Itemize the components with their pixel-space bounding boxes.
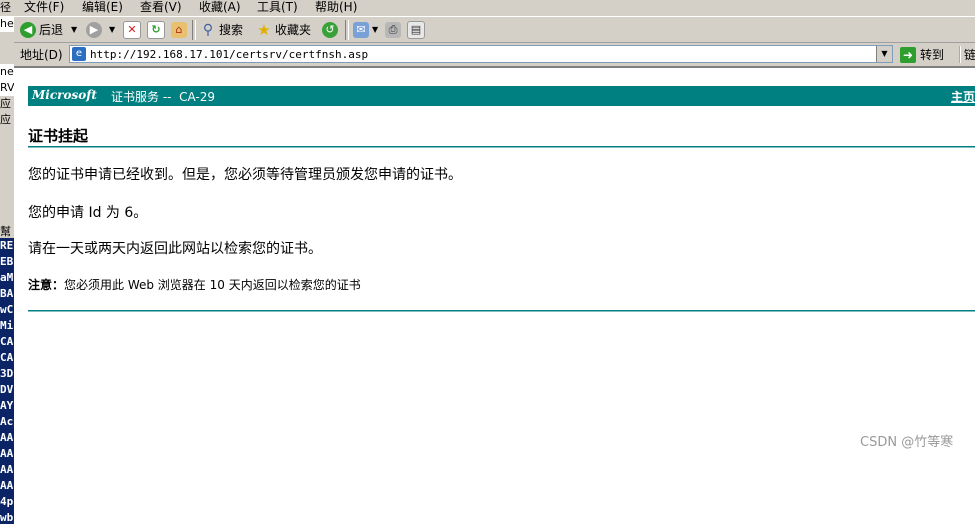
- console-line: CA: [0, 335, 14, 348]
- bg-char: he: [0, 16, 14, 32]
- background-console: RE EB aM BA wC Mi CA CA 3D DV AY Ac AA A…: [0, 238, 14, 524]
- search-icon: ⚲: [202, 22, 214, 38]
- search-button[interactable]: ⚲ 搜索: [200, 19, 243, 41]
- favorites-button[interactable]: ★ 收藏夹: [256, 19, 311, 41]
- menu-edit[interactable]: 编辑(E): [82, 0, 123, 16]
- console-line: AA: [0, 463, 14, 476]
- address-label: 地址(D): [20, 48, 63, 62]
- divider: [28, 146, 975, 148]
- console-line: aM: [0, 271, 14, 284]
- note: 注意：您必须用此 Web 浏览器在 10 天内返回以检索您的证书: [28, 276, 361, 293]
- search-label: 搜索: [219, 23, 244, 37]
- edit-button[interactable]: ▤: [407, 19, 428, 41]
- home-button[interactable]: ⌂: [171, 19, 190, 41]
- toolbar: ◀ 后退 ▼ ▶ ▼ ✕ ↻ ⌂ ⚲ 搜索 ★ 收藏夹 ↺ ✉ ▼ ⎙ ▤: [14, 17, 975, 43]
- bg-char: ne: [0, 64, 14, 80]
- go-button[interactable]: ➜ 转到: [900, 45, 944, 64]
- console-line: 3D: [0, 367, 14, 380]
- menu-tools[interactable]: 工具(T): [257, 0, 298, 16]
- toolbar-separator: [192, 20, 196, 40]
- console-line: AA: [0, 479, 14, 492]
- forward-arrow-icon: ▶: [86, 22, 102, 38]
- chevron-down-icon: ▼: [109, 25, 116, 34]
- bg-char: 应: [0, 97, 11, 110]
- background-window-text: 径 he ne RV 应 应 幫: [0, 0, 14, 240]
- media-icon: ↺: [322, 22, 338, 38]
- console-line: RE: [0, 239, 14, 252]
- return-instruction-text: 请在一天或两天内返回此网站以检索您的证书。: [28, 241, 322, 257]
- console-line: wb: [0, 511, 14, 524]
- home-icon: ⌂: [171, 22, 187, 38]
- bg-char: RV: [0, 80, 14, 96]
- go-arrow-icon: ➜: [900, 46, 916, 63]
- address-url[interactable]: http://192.168.17.101/certsrv/certfnsh.a…: [90, 47, 368, 62]
- background-window-strip: 径 he ne RV 应 应 幫 RE EB aM BA wC Mi CA CA…: [0, 0, 14, 524]
- console-line: EB: [0, 255, 14, 268]
- chevron-down-icon: ▼: [71, 25, 78, 34]
- console-line: Ac: [0, 415, 14, 428]
- bg-char: [0, 160, 14, 176]
- console-line: 4p: [0, 495, 14, 508]
- address-dropdown-button[interactable]: ▼: [876, 46, 892, 62]
- stop-button[interactable]: ✕: [123, 19, 144, 41]
- back-button[interactable]: ◀ 后退 ▼: [20, 19, 77, 41]
- address-bar: 地址(D) e http://192.168.17.101/certsrv/ce…: [14, 43, 975, 67]
- menu-bar: 文件(F) 编辑(E) 查看(V) 收藏(A) 工具(T) 帮助(H): [14, 0, 975, 16]
- banner-title: 证书服务 -- CA-29: [111, 90, 216, 104]
- back-label: 后退: [39, 23, 64, 37]
- brand-logo: Microsoft: [32, 88, 97, 102]
- console-line: AY: [0, 399, 14, 412]
- bg-char: [0, 208, 14, 224]
- bg-char: 径: [0, 1, 11, 14]
- mail-button[interactable]: ✉ ▼: [353, 19, 378, 41]
- menu-view[interactable]: 查看(V): [140, 0, 182, 16]
- menu-file[interactable]: 文件(F): [24, 0, 64, 16]
- request-received-text: 您的证书申请已经收到。但是，您必须等待管理员颁发您申请的证书。: [28, 167, 462, 183]
- links-label[interactable]: 链: [959, 46, 975, 63]
- page-title: 证书挂起: [28, 127, 89, 145]
- note-text: 您必须用此 Web 浏览器在 10 天内返回以检索您的证书: [64, 278, 361, 292]
- header-banner: Microsoft 证书服务 -- CA-29 主页: [28, 86, 975, 106]
- menu-favorites[interactable]: 收藏(A): [199, 0, 241, 16]
- print-icon: ⎙: [385, 22, 401, 38]
- print-button[interactable]: ⎙: [385, 19, 404, 41]
- star-icon: ★: [257, 21, 271, 39]
- refresh-icon: ↻: [147, 21, 165, 39]
- favorites-label: 收藏夹: [275, 23, 312, 37]
- toolbar-separator: [345, 20, 349, 40]
- mail-icon: ✉: [353, 22, 369, 38]
- address-input[interactable]: e http://192.168.17.101/certsrv/certfnsh…: [69, 45, 893, 63]
- bg-char: [0, 32, 14, 48]
- console-line: AA: [0, 431, 14, 444]
- bg-char: [0, 128, 14, 144]
- edit-page-icon: ▤: [407, 21, 425, 39]
- home-link[interactable]: 主页: [951, 88, 975, 105]
- request-id-text: 您的申请 Id 为 6。: [28, 205, 148, 221]
- note-label: 注意：: [28, 278, 65, 292]
- go-label: 转到: [920, 48, 945, 62]
- console-line: wC: [0, 303, 14, 316]
- back-arrow-icon: ◀: [20, 22, 36, 38]
- bg-char: [0, 192, 14, 208]
- chevron-down-icon: ▼: [372, 25, 379, 34]
- page-icon: e: [72, 47, 86, 61]
- bg-char: [0, 48, 14, 64]
- console-line: AA: [0, 447, 14, 460]
- media-button[interactable]: ↺: [322, 19, 341, 41]
- forward-button[interactable]: ▶ ▼: [86, 19, 115, 41]
- refresh-button[interactable]: ↻: [147, 19, 168, 41]
- browser-window: 文件(F) 编辑(E) 查看(V) 收藏(A) 工具(T) 帮助(H) ◀ 后退…: [14, 0, 975, 525]
- console-line: CA: [0, 351, 14, 364]
- page-content: Microsoft 证书服务 -- CA-29 主页 证书挂起 您的证书申请已经…: [14, 67, 975, 525]
- console-line: DV: [0, 383, 14, 396]
- bg-char: 应: [0, 113, 11, 126]
- stop-icon: ✕: [123, 21, 141, 39]
- divider: [28, 310, 975, 312]
- menu-help[interactable]: 帮助(H): [315, 0, 357, 16]
- console-line: Mi: [0, 319, 14, 332]
- bg-char: [0, 176, 14, 192]
- watermark: CSDN @竹等寒: [860, 435, 954, 450]
- bg-char: [0, 144, 14, 160]
- console-line: BA: [0, 287, 14, 300]
